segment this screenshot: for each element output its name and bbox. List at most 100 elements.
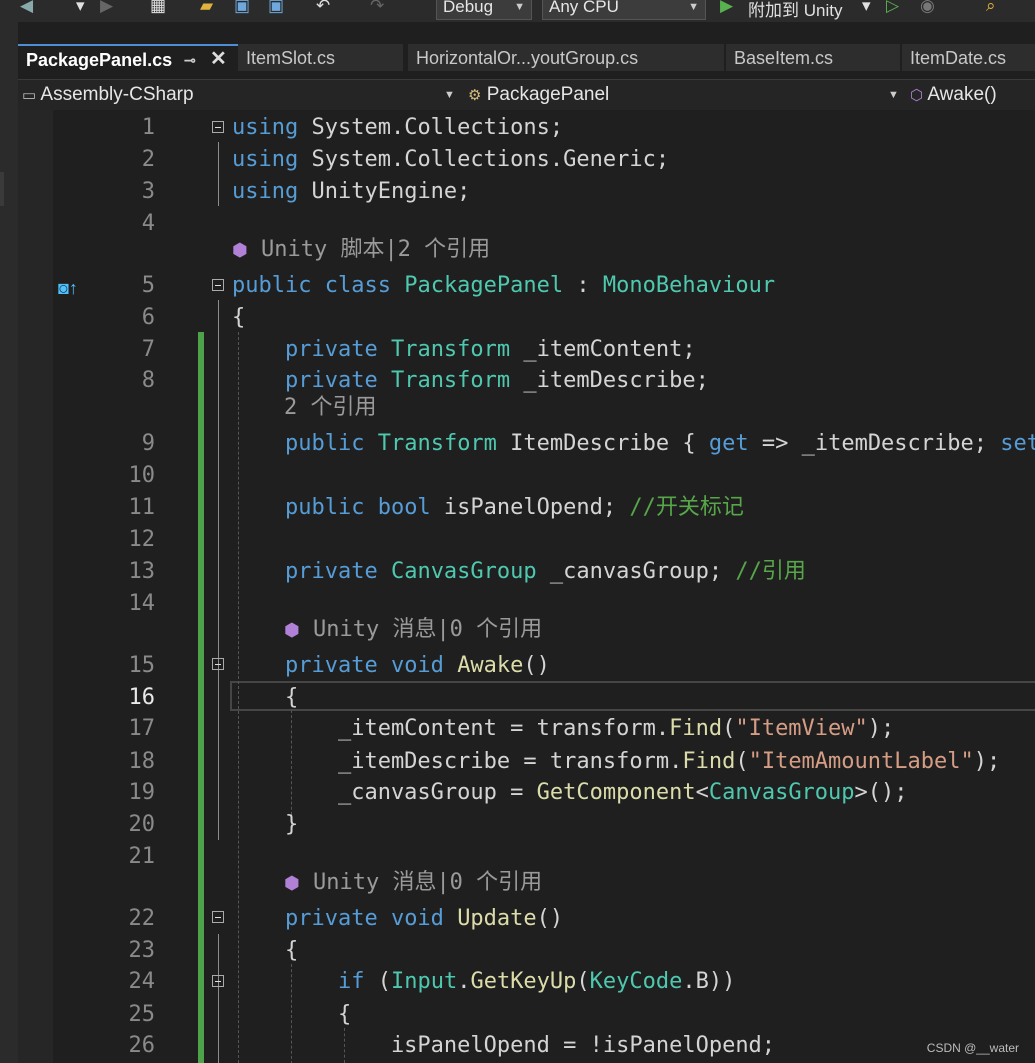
code-line[interactable]: 11 public bool isPanelOpend; //开关标记 xyxy=(18,492,1035,524)
code-text[interactable]: public bool isPanelOpend; //开关标记 xyxy=(232,492,744,524)
code-text[interactable]: _itemDescribe = transform.Find("ItemAmou… xyxy=(232,746,1000,778)
line-number: 19 xyxy=(128,780,156,805)
code-text[interactable]: isPanelOpend = !isPanelOpend; xyxy=(232,1030,775,1062)
redo-icon[interactable]: ↷ xyxy=(370,0,384,20)
code-text[interactable]: { xyxy=(232,682,298,714)
unity-cube-icon: ⬢ xyxy=(284,873,300,894)
line-number: 4 xyxy=(141,211,155,236)
line-number: 6 xyxy=(141,305,155,330)
code-line[interactable]: 15 private void Awake() xyxy=(18,650,1035,682)
code-text[interactable]: private CanvasGroup _canvasGroup; //引用 xyxy=(232,556,806,588)
close-icon[interactable]: ✕ xyxy=(210,46,227,71)
code-text[interactable]: private void Awake() xyxy=(232,650,550,682)
line-number: 12 xyxy=(128,527,156,552)
code-line[interactable]: 7 private Transform _itemContent; xyxy=(18,334,1035,366)
config-select[interactable]: Debug ▼ xyxy=(436,0,532,20)
code-line[interactable]: 13 private CanvasGroup _canvasGroup; //引… xyxy=(18,556,1035,588)
code-line[interactable]: 19 _canvasGroup = GetComponent<CanvasGro… xyxy=(18,777,1035,809)
code-line[interactable]: 17 _itemContent = transform.Find("ItemVi… xyxy=(18,713,1035,745)
code-line[interactable]: 23 { xyxy=(18,935,1035,967)
code-text[interactable]: { xyxy=(232,999,351,1031)
code-line[interactable]: 21 xyxy=(18,841,1035,873)
tab-itemdate[interactable]: ItemDate.cs xyxy=(902,44,1035,71)
code-text[interactable]: } xyxy=(232,809,298,841)
code-line[interactable]: 25 { xyxy=(18,999,1035,1031)
code-line[interactable]: 16 { xyxy=(18,682,1035,714)
code-line[interactable]: 8 private Transform _itemDescribe; xyxy=(18,365,1035,397)
code-line[interactable]: 22 private void Update() xyxy=(18,903,1035,935)
line-number: 5 xyxy=(141,273,155,298)
save-all-icon[interactable]: ▣ xyxy=(268,0,284,20)
line-number: 14 xyxy=(128,591,156,616)
line-number: 26 xyxy=(128,1033,156,1058)
code-line[interactable]: 4 xyxy=(18,208,1035,240)
line-number: 18 xyxy=(128,749,156,774)
code-line[interactable]: 26 isPanelOpend = !isPanelOpend; xyxy=(18,1030,1035,1062)
run-without-debug-icon[interactable]: ▷ xyxy=(886,0,899,20)
line-number: 23 xyxy=(128,938,156,963)
code-line[interactable]: 20 } xyxy=(18,809,1035,841)
code-text[interactable]: { xyxy=(232,935,298,967)
save-icon[interactable]: ▣ xyxy=(234,0,250,20)
line-number: 21 xyxy=(128,844,156,869)
dropdown-icon[interactable]: ▾ xyxy=(76,0,85,20)
chevron-down-icon: ▼ xyxy=(688,1,699,13)
code-text[interactable]: using System.Collections.Generic; xyxy=(232,144,669,176)
code-text[interactable]: using UnityEngine; xyxy=(232,176,470,208)
line-number: 16 xyxy=(128,685,156,710)
method-icon: ⬡ xyxy=(910,87,924,104)
code-text[interactable]: private Transform _itemContent; xyxy=(232,334,696,366)
undo-icon[interactable]: ↶ xyxy=(316,0,330,20)
find-icon[interactable]: ⌕ xyxy=(986,0,996,20)
code-text[interactable]: using System.Collections; xyxy=(232,112,563,144)
code-text[interactable]: _itemContent = transform.Find("ItemView"… xyxy=(232,713,894,745)
code-editor[interactable]: ◙↑ ⬢ Unity 脚本|2 个引用 2 个引用 ⬢ Unity 消息|0 个… xyxy=(18,110,1035,1063)
code-line[interactable]: 5 public class PackagePanel : MonoBehavio… xyxy=(18,270,1035,302)
document-tabs: PackagePanel.cs ⊸ ✕ ItemSlot.cs Horizont… xyxy=(18,44,1035,73)
project-select[interactable]: ▭ Assembly-CSharp ▼ xyxy=(22,83,455,107)
line-number: 22 xyxy=(128,906,156,931)
member-select[interactable]: ⬡ Awake() xyxy=(910,83,1035,107)
line-number: 2 xyxy=(141,147,155,172)
code-line[interactable]: 2 using System.Collections.Generic; xyxy=(18,144,1035,176)
code-text[interactable]: public Transform ItemDescribe { get => _… xyxy=(232,428,1035,460)
open-folder-icon[interactable]: ▰ xyxy=(200,0,213,20)
code-line[interactable]: 9 public Transform ItemDescribe { get =>… xyxy=(18,428,1035,460)
code-text[interactable]: if (Input.GetKeyUp(KeyCode.B)) xyxy=(232,966,735,998)
tab-baseitem[interactable]: BaseItem.cs xyxy=(726,44,900,71)
hot-reload-icon[interactable]: ◉ xyxy=(920,0,935,20)
pin-icon[interactable]: ⊸ xyxy=(184,46,196,71)
chevron-down-icon: ▼ xyxy=(888,89,899,101)
new-item-icon[interactable]: ▦ xyxy=(150,0,166,20)
code-line[interactable]: 3 using UnityEngine; xyxy=(18,176,1035,208)
line-number: 15 xyxy=(128,653,156,678)
code-line[interactable]: 14 xyxy=(18,588,1035,620)
line-number: 11 xyxy=(128,495,156,520)
code-line[interactable]: 12 xyxy=(18,524,1035,556)
dropdown-icon[interactable]: ▾ xyxy=(862,0,871,20)
back-icon[interactable]: ◀ xyxy=(20,0,33,20)
code-line[interactable]: 18 _itemDescribe = transform.Find("ItemA… xyxy=(18,746,1035,778)
tab-horizontal-layout[interactable]: HorizontalOr...youtGroup.cs xyxy=(408,44,724,71)
class-select[interactable]: ⚙ PackagePanel ▼ xyxy=(468,83,899,107)
line-number: 7 xyxy=(141,337,155,362)
attach-button[interactable]: 附加到 Unity xyxy=(748,0,842,20)
play-icon[interactable]: ▶ xyxy=(720,0,733,20)
tab-itemslot[interactable]: ItemSlot.cs xyxy=(238,44,403,71)
tab-packagepanel[interactable]: PackagePanel.cs ⊸ ✕ xyxy=(18,44,238,71)
code-text[interactable]: public class PackagePanel : MonoBehaviou… xyxy=(232,270,775,302)
toolbar: ◀ ▾ ▶ ▦ ▰ ▣ ▣ ↶ ↷ Debug ▼ Any CPU ▼ ▶ 附加到 … xyxy=(0,0,1035,22)
line-number: 10 xyxy=(128,463,156,488)
code-text[interactable]: _canvasGroup = GetComponent<CanvasGroup>… xyxy=(232,777,908,809)
platform-select[interactable]: Any CPU ▼ xyxy=(542,0,706,20)
line-number: 20 xyxy=(128,812,156,837)
line-number: 24 xyxy=(128,969,156,994)
code-text[interactable]: private Transform _itemDescribe; xyxy=(232,365,709,397)
code-text[interactable]: { xyxy=(232,302,245,334)
code-text[interactable]: private void Update() xyxy=(232,903,563,935)
code-line[interactable]: 10 xyxy=(18,460,1035,492)
code-line[interactable]: 1 using System.Collections; xyxy=(18,112,1035,144)
code-line[interactable]: 6{ xyxy=(18,302,1035,334)
forward-icon[interactable]: ▶ xyxy=(100,0,113,20)
code-line[interactable]: 24 if (Input.GetKeyUp(KeyCode.B)) xyxy=(18,966,1035,998)
